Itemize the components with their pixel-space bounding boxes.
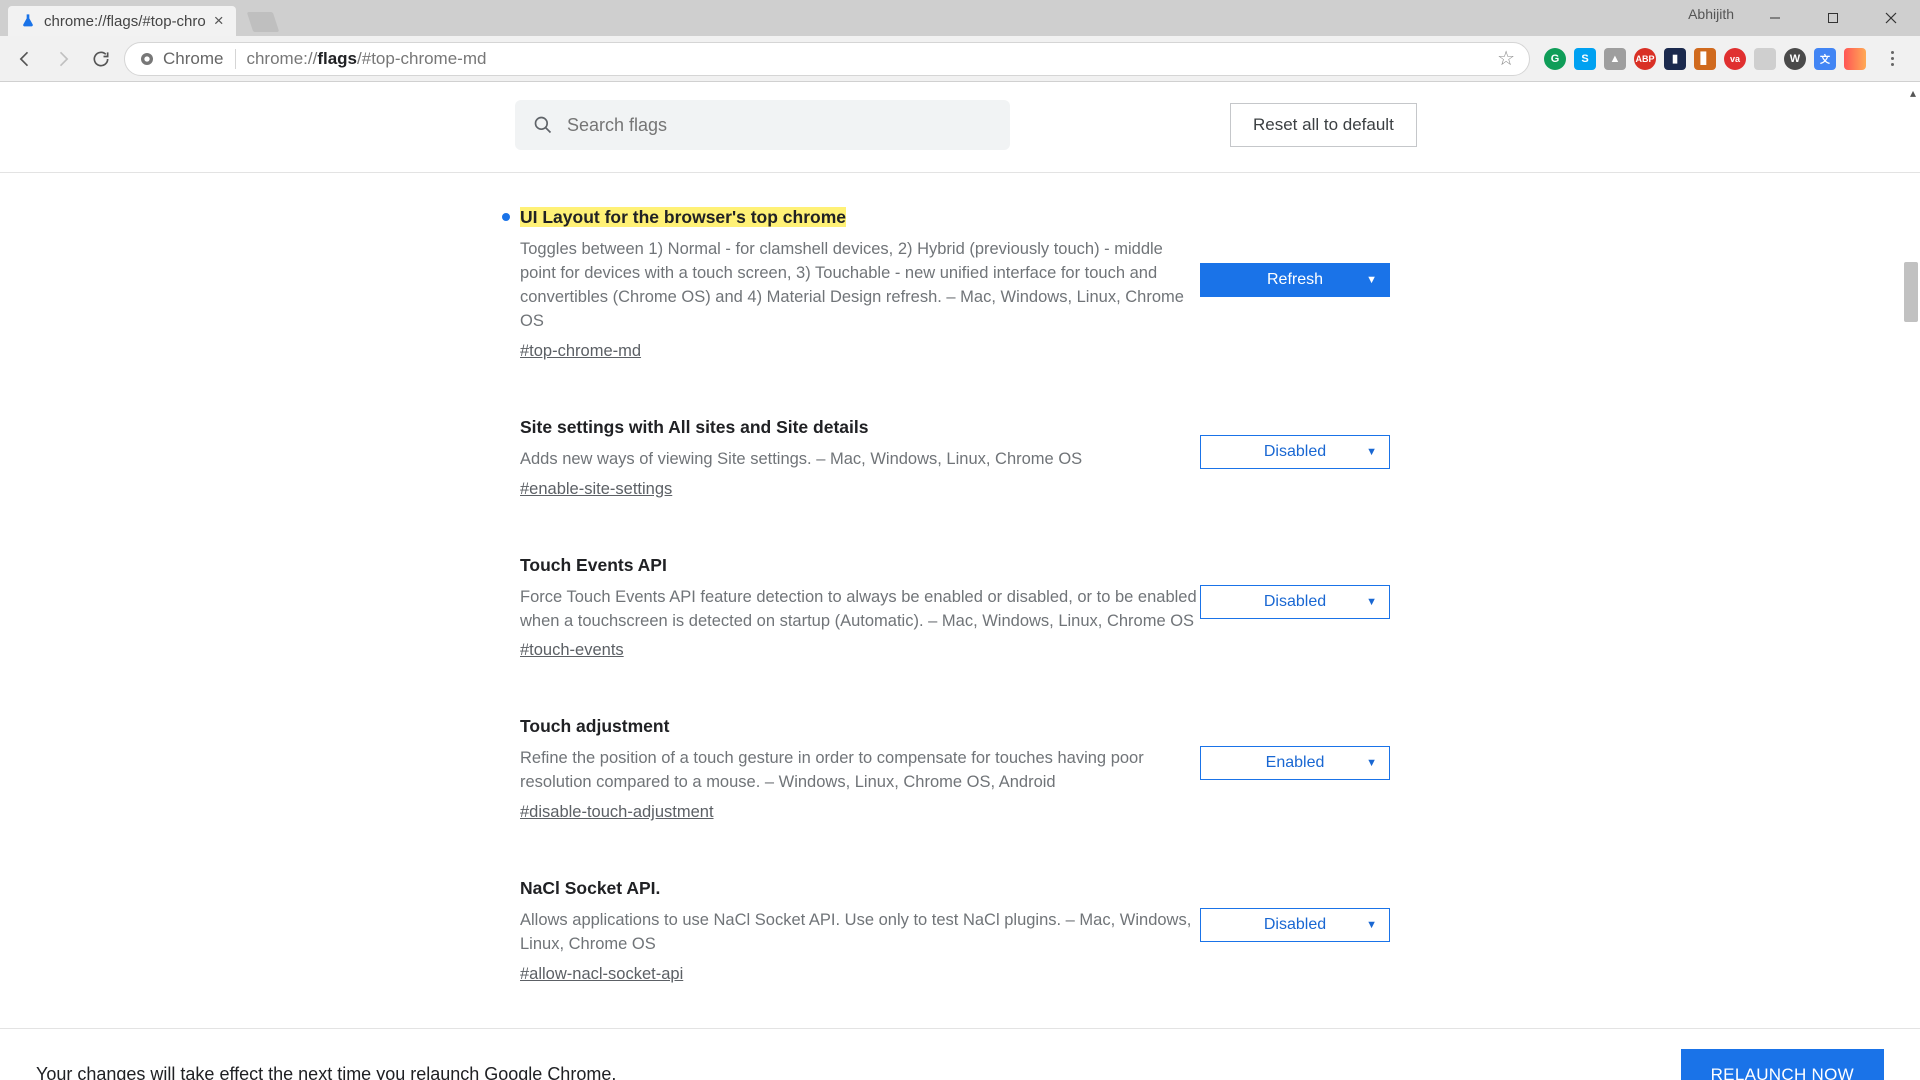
site-identity: Chrome bbox=[139, 49, 236, 69]
extension-book-icon[interactable]: ▋ bbox=[1694, 48, 1716, 70]
chevron-down-icon: ▼ bbox=[1366, 596, 1377, 608]
flag-select-value: Disabled bbox=[1264, 593, 1326, 611]
extension-red-icon[interactable]: va bbox=[1724, 48, 1746, 70]
flag-row: Site settings with All sites and Site de… bbox=[520, 417, 1400, 499]
flag-row: Touch adjustment Refine the position of a… bbox=[520, 716, 1400, 822]
extension-pocket-icon[interactable]: ▲ bbox=[1604, 48, 1626, 70]
flag-select[interactable]: Disabled ▼ bbox=[1200, 585, 1390, 619]
modified-dot-icon bbox=[502, 213, 510, 221]
close-window-button[interactable] bbox=[1862, 0, 1920, 36]
extension-bars-icon[interactable]: ▮ bbox=[1664, 48, 1686, 70]
site-label: Chrome bbox=[163, 49, 223, 69]
chrome-menu-button[interactable] bbox=[1880, 51, 1904, 66]
flag-title: NaCl Socket API. bbox=[520, 878, 660, 898]
window-controls bbox=[1746, 0, 1920, 36]
tab-title: chrome://flags/#top-chro bbox=[44, 13, 206, 30]
flag-description: Allows applications to use NaCl Socket A… bbox=[520, 909, 1200, 957]
search-icon bbox=[533, 115, 553, 135]
relaunch-message: Your changes will take effect the next t… bbox=[36, 1064, 616, 1080]
relaunch-now-button[interactable]: RELAUNCH NOW bbox=[1681, 1049, 1884, 1080]
flag-select-value: Disabled bbox=[1264, 443, 1326, 461]
flag-select[interactable]: Enabled ▼ bbox=[1200, 746, 1390, 780]
flag-anchor-link[interactable]: #enable-site-settings bbox=[520, 480, 672, 499]
flask-icon bbox=[20, 13, 36, 29]
relaunch-bar: Your changes will take effect the next t… bbox=[0, 1028, 1920, 1080]
chevron-down-icon: ▼ bbox=[1366, 446, 1377, 458]
flags-header: Reset all to default bbox=[0, 82, 1920, 173]
bookmark-star-icon[interactable]: ☆ bbox=[1497, 46, 1515, 71]
back-button[interactable] bbox=[10, 44, 40, 74]
new-tab-button[interactable] bbox=[246, 12, 278, 32]
window-user-label[interactable]: Abhijith bbox=[1688, 6, 1734, 22]
flag-title: Touch Events API bbox=[520, 555, 667, 575]
flag-anchor-link[interactable]: #top-chrome-md bbox=[520, 342, 641, 361]
chevron-down-icon: ▼ bbox=[1366, 919, 1377, 931]
flag-anchor-link[interactable]: #allow-nacl-socket-api bbox=[520, 965, 683, 984]
extension-translate-icon[interactable]: 文 bbox=[1814, 48, 1836, 70]
extension-adblock-icon[interactable]: ABP bbox=[1634, 48, 1656, 70]
window-titlebar: chrome://flags/#top-chro × Abhijith bbox=[0, 0, 1920, 36]
extension-skype-icon[interactable]: S bbox=[1574, 48, 1596, 70]
page-viewport: ▴ Reset all to default UI Layout for the… bbox=[0, 82, 1920, 1028]
browser-tab[interactable]: chrome://flags/#top-chro × bbox=[8, 6, 236, 36]
flag-select[interactable]: Disabled ▼ bbox=[1200, 435, 1390, 469]
flag-description: Force Touch Events API feature detection… bbox=[520, 586, 1200, 634]
flag-row: Touch Events API Force Touch Events API f… bbox=[520, 555, 1400, 661]
extensions-row: G S ▲ ABP ▮ ▋ va W 文 bbox=[1544, 48, 1866, 70]
flag-select[interactable]: Disabled ▼ bbox=[1200, 908, 1390, 942]
search-flags-field[interactable] bbox=[515, 100, 1010, 150]
address-bar: Chrome chrome://flags/#top-chrome-md ☆ G… bbox=[0, 36, 1920, 82]
flag-row: UI Layout for the browser's top chrome To… bbox=[520, 207, 1400, 361]
minimize-button[interactable] bbox=[1746, 0, 1804, 36]
flag-select-value: Enabled bbox=[1266, 754, 1325, 772]
flag-row: NaCl Socket API. Allows applications to u… bbox=[520, 878, 1400, 984]
chevron-down-icon: ▼ bbox=[1366, 274, 1377, 286]
extension-gray-icon[interactable] bbox=[1754, 48, 1776, 70]
chevron-down-icon: ▼ bbox=[1366, 757, 1377, 769]
reload-button[interactable] bbox=[86, 44, 116, 74]
flag-description: Toggles between 1) Normal - for clamshel… bbox=[520, 238, 1200, 334]
flags-list: UI Layout for the browser's top chrome To… bbox=[520, 173, 1400, 1028]
flag-description: Adds new ways of viewing Site settings. … bbox=[520, 448, 1200, 472]
flag-title: Site settings with All sites and Site de… bbox=[520, 417, 868, 437]
maximize-button[interactable] bbox=[1804, 0, 1862, 36]
url-text: chrome://flags/#top-chrome-md bbox=[246, 49, 486, 69]
flag-title: UI Layout for the browser's top chrome bbox=[520, 207, 846, 227]
close-tab-icon[interactable]: × bbox=[214, 11, 224, 31]
reset-all-button[interactable]: Reset all to default bbox=[1230, 103, 1417, 147]
forward-button[interactable] bbox=[48, 44, 78, 74]
flag-title: Touch adjustment bbox=[520, 716, 669, 736]
flag-select-value: Disabled bbox=[1264, 916, 1326, 934]
chrome-icon bbox=[139, 51, 155, 67]
flag-anchor-link[interactable]: #touch-events bbox=[520, 641, 624, 660]
flag-description: Refine the position of a touch gesture i… bbox=[520, 747, 1200, 795]
extension-w-icon[interactable]: W bbox=[1784, 48, 1806, 70]
flag-select[interactable]: Refresh ▼ bbox=[1200, 263, 1390, 297]
extension-grammarly-icon[interactable]: G bbox=[1544, 48, 1566, 70]
extension-postman-icon[interactable] bbox=[1844, 48, 1866, 70]
omnibox[interactable]: Chrome chrome://flags/#top-chrome-md ☆ bbox=[124, 42, 1530, 76]
search-flags-input[interactable] bbox=[567, 115, 992, 136]
flag-anchor-link[interactable]: #disable-touch-adjustment bbox=[520, 803, 714, 822]
flag-select-value: Refresh bbox=[1267, 271, 1323, 289]
